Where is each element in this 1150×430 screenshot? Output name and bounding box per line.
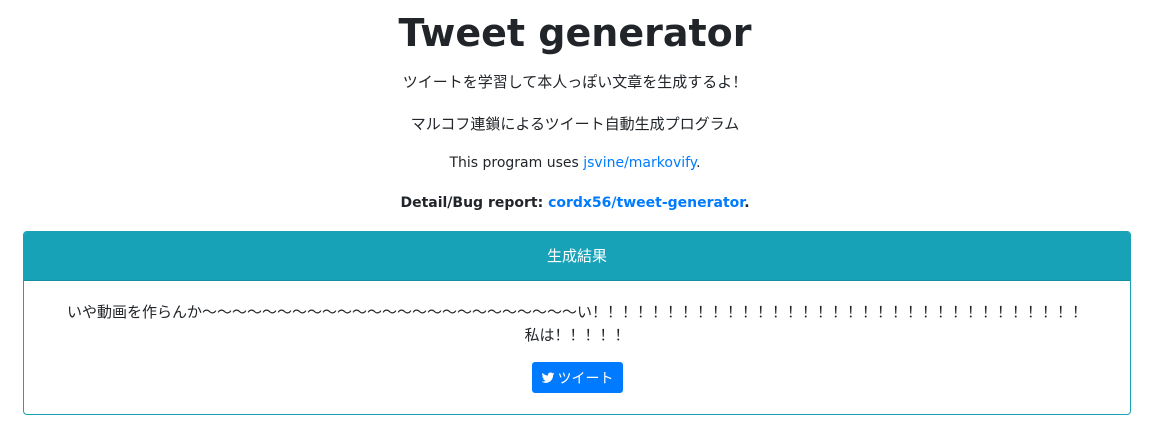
page-title: Tweet generator [398,11,752,55]
program-uses-line: This program uses jsvine/markovify. [0,152,1150,174]
page: Tweet generator ツイートを学習して本人っぽい文章を生成するよ！ … [0,0,1150,430]
result-card-body: いや動画を作らんか〜〜〜〜〜〜〜〜〜〜〜〜〜〜〜〜〜〜〜〜〜〜〜〜〜い！！！！！… [24,281,1130,393]
tweet-generator-repo-link[interactable]: cordx56/tweet-generator [548,195,744,211]
generated-tweet-text: いや動画を作らんか〜〜〜〜〜〜〜〜〜〜〜〜〜〜〜〜〜〜〜〜〜〜〜〜〜い！！！！！… [66,303,1087,344]
result-card-header: 生成結果 [24,232,1130,281]
detail-bug-report-line: Detail/Bug report: cordx56/tweet-generat… [0,192,1150,214]
twitter-bird-icon [541,371,554,383]
result-card: 生成結果 いや動画を作らんか〜〜〜〜〜〜〜〜〜〜〜〜〜〜〜〜〜〜〜〜〜〜〜〜〜い… [23,231,1131,415]
program-uses-suffix: . [696,155,701,171]
detail-suffix: . [744,195,750,211]
tweet-button[interactable]: ツイート [531,362,623,393]
subtitle-markov: マルコフ連鎖によるツイート自動生成プログラム [410,115,740,133]
subtitle-learning: ツイートを学習して本人っぽい文章を生成するよ！ [402,73,748,91]
tweet-button-label: ツイート [557,369,614,386]
program-uses-prefix: This program uses [449,155,584,171]
markovify-link[interactable]: jsvine/markovify [583,155,696,171]
detail-prefix: Detail/Bug report: [400,195,549,211]
